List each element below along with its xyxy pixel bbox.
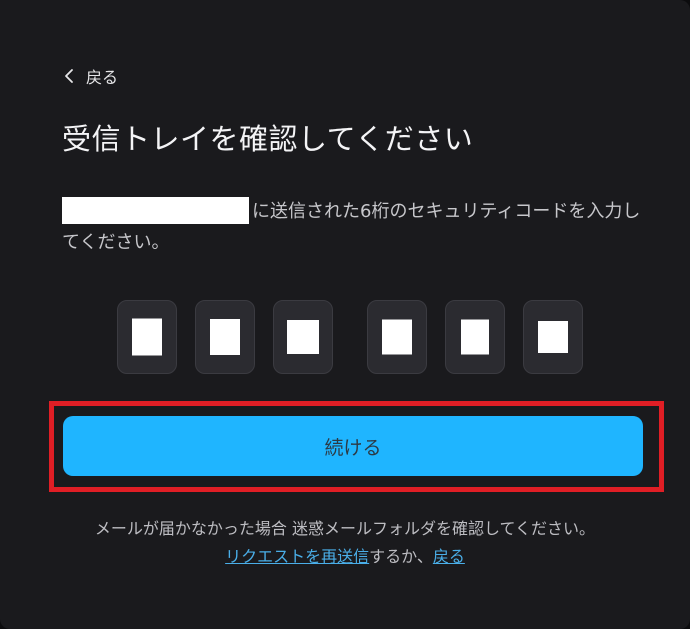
chevron-left-icon (65, 69, 73, 83)
instruction-text: に送信された6桁のセキュリティコードを入力してください。 (62, 196, 652, 258)
code-digit-input-4[interactable] (367, 300, 427, 374)
back-link[interactable]: 戻る (64, 64, 118, 88)
footer-back-link[interactable]: 戻る (433, 547, 465, 566)
code-digit-input-6[interactable] (523, 300, 583, 374)
code-digit-input-2[interactable] (195, 300, 255, 374)
resend-request-link[interactable]: リクエストを再送信 (225, 547, 369, 566)
code-digit-input-3[interactable] (273, 300, 333, 374)
security-code-inputs (0, 300, 690, 376)
resend-line: リクエストを再送信するか、戻る (0, 543, 690, 571)
spam-folder-hint: メールが届かなかった場合 迷惑メールフォルダを確認してください。 (94, 519, 596, 538)
verification-panel: 戻る 受信トレイを確認してください に送信された6桁のセキュリティコードを入力し… (0, 0, 690, 629)
redacted-email (62, 197, 249, 224)
code-digit-input-1[interactable] (117, 300, 177, 374)
back-label: 戻る (86, 68, 119, 87)
resend-middle-text: するか、 (369, 547, 433, 566)
page-title: 受信トレイを確認してください (62, 122, 474, 156)
footer-help: メールが届かなかった場合 迷惑メールフォルダを確認してください。 リクエストを再… (0, 515, 690, 571)
continue-button[interactable]: 続ける (63, 416, 643, 476)
code-digit-input-5[interactable] (445, 300, 505, 374)
